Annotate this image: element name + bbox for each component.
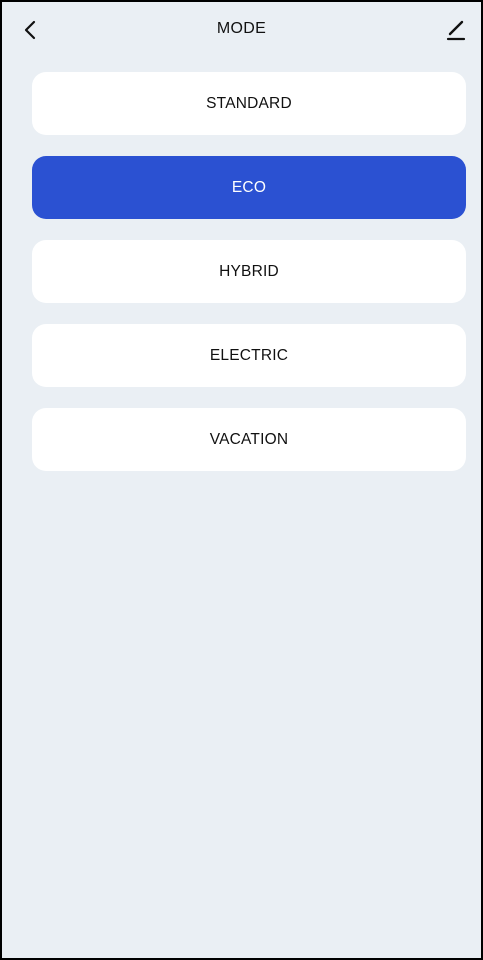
mode-screen: MODE STANDARD ECO HYBRID ELECTRIC VACATI… xyxy=(0,0,483,960)
mode-option-label: VACATION xyxy=(209,430,289,448)
edit-button[interactable] xyxy=(441,16,471,44)
mode-option-eco[interactable]: ECO xyxy=(32,156,466,219)
mode-option-label: STANDARD xyxy=(206,94,292,112)
mode-option-label: HYBRID xyxy=(219,262,279,280)
pencil-icon xyxy=(446,20,466,41)
mode-option-electric[interactable]: ELECTRIC xyxy=(32,324,466,387)
header: MODE xyxy=(2,2,481,58)
mode-option-standard[interactable]: STANDARD xyxy=(32,72,466,135)
mode-list: STANDARD ECO HYBRID ELECTRIC VACATION xyxy=(32,72,466,471)
page-title: MODE xyxy=(216,20,267,37)
mode-option-label: ELECTRIC xyxy=(209,346,289,364)
mode-option-vacation[interactable]: VACATION xyxy=(32,408,466,471)
mode-option-label: ECO xyxy=(231,178,267,196)
mode-option-hybrid[interactable]: HYBRID xyxy=(32,240,466,303)
